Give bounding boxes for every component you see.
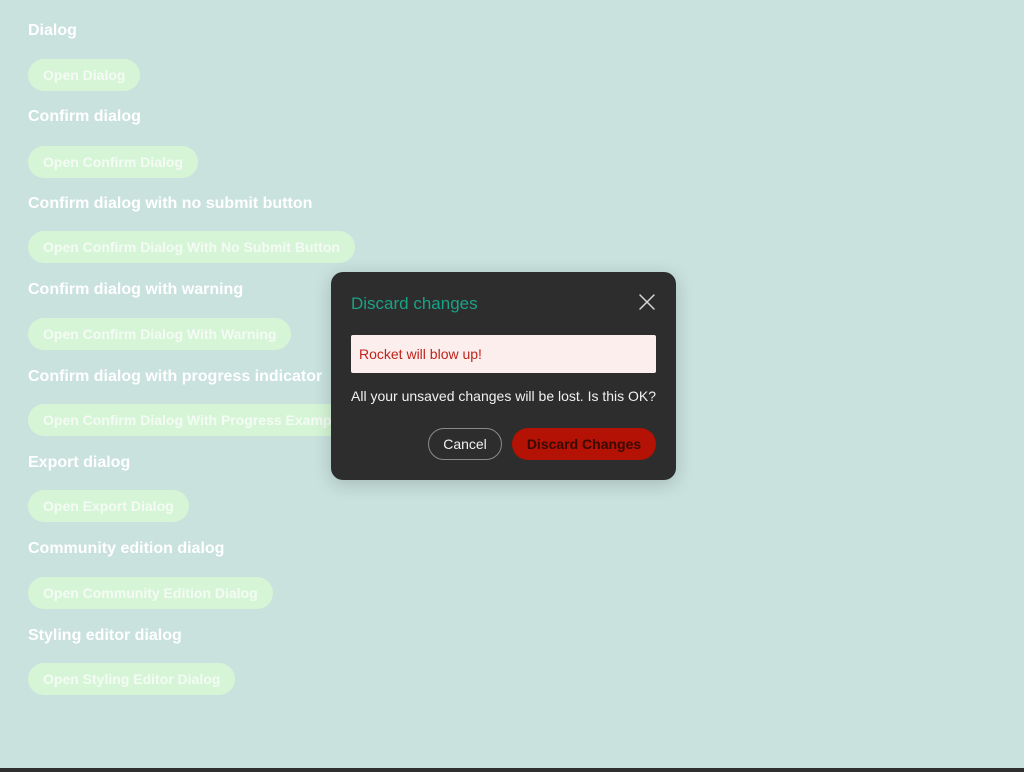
cancel-button[interactable]: Cancel <box>428 428 502 460</box>
section-title: Dialog <box>28 22 77 39</box>
open-community-edition-button[interactable]: Open Community Edition Dialog <box>28 577 273 609</box>
dialog-title: Discard changes <box>351 294 478 313</box>
close-button[interactable] <box>636 291 658 313</box>
warning-banner: Rocket will blow up! <box>351 335 656 373</box>
open-styling-editor-button[interactable]: Open Styling Editor Dialog <box>28 663 236 695</box>
section-community-edition: Community edition dialog Open Community … <box>28 540 1008 609</box>
discard-changes-button[interactable]: Discard Changes <box>512 428 656 460</box>
section-styling-editor: Styling editor dialog Open Styling Edito… <box>28 627 1008 695</box>
open-confirm-no-submit-button[interactable]: Open Confirm Dialog With No Submit Butto… <box>28 231 355 263</box>
open-confirm-dialog-button[interactable]: Open Confirm Dialog <box>28 146 198 178</box>
section-title: Styling editor dialog <box>28 627 182 644</box>
bottom-bar <box>0 768 1024 772</box>
section-dialog: Dialog Open Dialog <box>28 22 1008 91</box>
section-title: Confirm dialog with no submit button <box>28 195 313 212</box>
section-title: Confirm dialog <box>28 108 141 125</box>
open-dialog-button[interactable]: Open Dialog <box>28 59 141 91</box>
open-export-dialog-button[interactable]: Open Export Dialog <box>28 490 189 522</box>
section-title: Community edition dialog <box>28 540 225 557</box>
dialog-message: All your unsaved changes will be lost. I… <box>351 388 657 404</box>
section-confirm-dialog: Confirm dialog Open Confirm Dialog <box>28 108 1008 178</box>
open-confirm-warning-button[interactable]: Open Confirm Dialog With Warning <box>28 318 292 350</box>
section-confirm-no-submit: Confirm dialog with no submit button Ope… <box>28 195 1008 263</box>
close-icon <box>639 294 655 310</box>
open-confirm-progress-button[interactable]: Open Confirm Dialog With Progress Exampl… <box>28 404 359 436</box>
discard-changes-dialog: Discard changes Rocket will blow up! All… <box>331 272 676 480</box>
